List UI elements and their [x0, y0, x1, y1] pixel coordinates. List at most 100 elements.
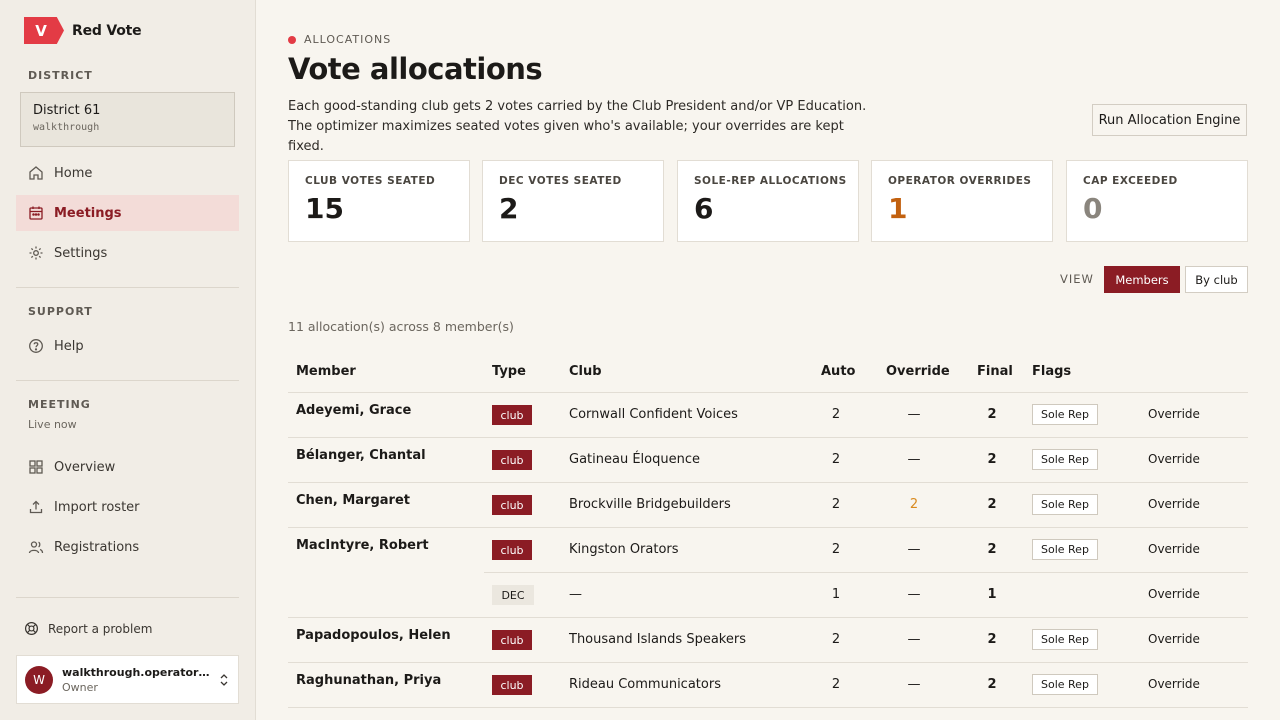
row-divider: [288, 617, 1248, 618]
report-problem-link[interactable]: Report a problem: [24, 621, 152, 636]
final-value: 2: [987, 407, 997, 422]
col-header-final: Final: [977, 364, 1013, 379]
sole-rep-flag: Sole Rep: [1032, 539, 1098, 560]
stat-value: 15: [305, 192, 344, 225]
override-value: —: [907, 407, 921, 422]
member-name: Bélanger, Chantal: [296, 448, 426, 463]
auto-value: 2: [831, 407, 841, 422]
member-name: Raghunathan, Priya: [296, 673, 442, 688]
nav-meetings-label: Meetings: [54, 205, 122, 221]
calendar-icon: [29, 206, 43, 220]
nav-help[interactable]: Help: [16, 328, 239, 364]
nav-overview-label: Overview: [54, 459, 116, 475]
sole-rep-flag: Sole Rep: [1032, 449, 1098, 470]
nav-meetings[interactable]: Meetings: [16, 195, 239, 231]
final-value: 2: [987, 542, 997, 557]
type-badge: club: [492, 540, 532, 560]
col-header-member: Member: [296, 364, 356, 379]
member-name: Adeyemi, Grace: [296, 403, 412, 418]
nav-import-roster-label: Import roster: [54, 499, 140, 515]
page-description: Each good-standing club gets 2 votes car…: [288, 99, 867, 154]
auto-value: 2: [831, 677, 841, 692]
gear-icon: [29, 246, 43, 260]
sole-rep-flag: Sole Rep: [1032, 404, 1098, 425]
nav-overview[interactable]: Overview: [16, 449, 239, 485]
stat-card-cap-exceeded: CAP EXCEEDED 0: [1066, 160, 1248, 242]
member-name: MacIntyre, Robert: [296, 538, 429, 553]
member-name: Papadopoulos, Helen: [296, 628, 451, 643]
nav-import-roster[interactable]: Import roster: [16, 489, 239, 525]
override-value: —: [907, 632, 921, 647]
logo: V: [24, 17, 64, 44]
col-header-auto: Auto: [821, 364, 856, 379]
club-name: Thousand Islands Speakers: [569, 632, 746, 647]
support-label: SUPPORT: [28, 305, 93, 318]
col-header-type: Type: [492, 364, 526, 379]
auto-value: 1: [831, 587, 841, 602]
override-button[interactable]: Override: [1148, 407, 1200, 421]
row-divider: [288, 662, 1248, 663]
district-selector[interactable]: District 61 walkthrough: [20, 92, 235, 147]
user-role: Owner: [62, 680, 98, 694]
auto-value: 2: [831, 452, 841, 467]
status-dot-icon: [288, 35, 296, 44]
district-name: District 61: [33, 103, 101, 118]
run-allocation-engine-button[interactable]: Run Allocation Engine: [1092, 104, 1247, 136]
col-header-override: Override: [886, 364, 950, 379]
type-badge: club: [492, 450, 532, 470]
sole-rep-flag: Sole Rep: [1032, 629, 1098, 650]
override-button[interactable]: Override: [1148, 677, 1200, 691]
user-email: walkthrough.operator@ta...: [62, 665, 212, 679]
nav-home[interactable]: Home: [16, 155, 239, 191]
nav-registrations-label: Registrations: [54, 539, 140, 555]
nav-settings[interactable]: Settings: [16, 235, 239, 271]
override-button[interactable]: Override: [1148, 587, 1200, 601]
override-value: 2: [909, 497, 919, 512]
view-label: VIEW: [1060, 272, 1094, 286]
grid-icon: [29, 460, 43, 474]
stat-value: 6: [694, 192, 714, 225]
club-name: Kingston Orators: [569, 542, 679, 557]
club-name: Gatineau Éloquence: [569, 452, 700, 467]
nav-registrations[interactable]: Registrations: [16, 529, 239, 565]
page-title: Vote allocations: [288, 52, 543, 86]
stat-card-overrides: OPERATOR OVERRIDES 1: [871, 160, 1053, 242]
brand[interactable]: V Red Vote: [24, 17, 142, 44]
stat-card-sole-rep: SOLE-REP ALLOCATIONS 6: [677, 160, 859, 242]
report-problem-label: Report a problem: [48, 621, 153, 636]
override-button[interactable]: Override: [1148, 632, 1200, 646]
override-button[interactable]: Override: [1148, 542, 1200, 556]
district-label: DISTRICT: [28, 69, 93, 82]
stat-card-club-votes: CLUB VOTES SEATED 15: [288, 160, 470, 242]
app-name: Red Vote: [72, 22, 142, 39]
help-icon: [29, 339, 43, 353]
row-divider: [484, 572, 1248, 573]
type-badge: club: [492, 675, 532, 695]
auto-value: 2: [831, 497, 841, 512]
upload-icon: [29, 500, 43, 514]
table-divider: [288, 392, 1248, 393]
user-menu[interactable]: W walkthrough.operator@ta... Owner: [16, 655, 239, 704]
auto-value: 2: [831, 542, 841, 557]
member-name: Chen, Margaret: [296, 493, 410, 508]
final-value: 2: [987, 677, 997, 692]
view-by-club-button[interactable]: By club: [1185, 266, 1248, 293]
override-button[interactable]: Override: [1148, 452, 1200, 466]
stat-card-dec-votes: DEC VOTES SEATED 2: [482, 160, 664, 242]
row-divider: [288, 482, 1248, 483]
stat-value: 1: [888, 192, 908, 225]
club-name: Rideau Communicators: [569, 677, 721, 692]
final-value: 2: [987, 632, 997, 647]
sidebar: V Red Vote DISTRICT District 61 walkthro…: [0, 0, 256, 720]
override-value: —: [907, 542, 921, 557]
sole-rep-flag: Sole Rep: [1032, 674, 1098, 695]
col-header-flags: Flags: [1032, 364, 1072, 379]
stat-label: DEC VOTES SEATED: [499, 175, 622, 187]
divider: [16, 380, 239, 381]
final-value: 1: [987, 587, 997, 602]
stat-value: 0: [1083, 192, 1103, 225]
override-button[interactable]: Override: [1148, 497, 1200, 511]
nav-help-label: Help: [54, 338, 84, 354]
view-members-button[interactable]: Members: [1104, 266, 1180, 293]
row-divider: [288, 527, 1248, 528]
